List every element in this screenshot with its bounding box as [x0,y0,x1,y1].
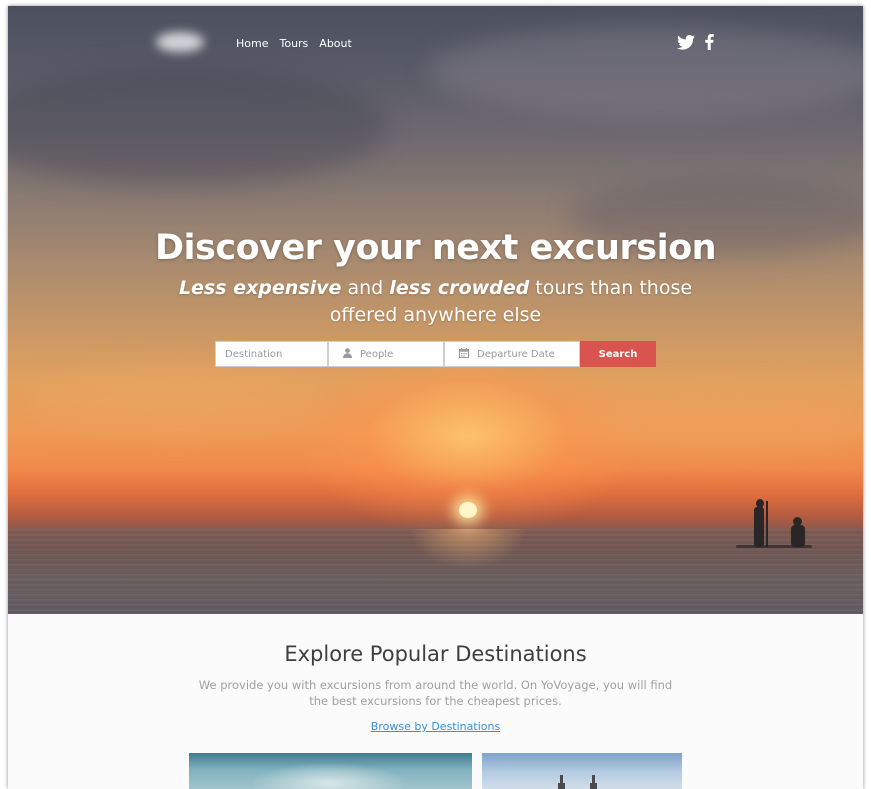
people-input[interactable]: People [328,341,444,367]
church-spire [590,783,597,789]
subtitle-emphasis-1: Less expensive [178,277,342,299]
site-logo[interactable] [156,32,204,52]
people-placeholder: People [360,348,394,360]
page-frame: Home Tours About Discover your next excu… [8,6,863,789]
cloud [428,26,863,116]
hero-subtitle: Less expensive and less crowded tours th… [178,275,693,329]
cloud [28,366,328,436]
twitter-icon[interactable] [677,34,695,54]
date-placeholder: Departure Date [477,348,555,360]
person-icon [343,347,352,361]
browse-destinations-link[interactable]: Browse by Destinations [371,720,500,733]
main-nav: Home Tours About [236,37,352,50]
person-silhouette [754,507,764,547]
destination-input[interactable]: Destination [215,341,328,367]
departure-date-input[interactable]: Departure Date [444,341,580,367]
sun-reflection [408,529,528,569]
nav-about[interactable]: About [319,37,352,50]
browse-link-wrapper: Browse by Destinations [8,720,863,733]
sun [459,502,477,518]
hero-section: Home Tours About Discover your next excu… [8,6,863,614]
cloud [8,66,388,186]
facebook-icon[interactable] [705,34,714,54]
nav-tours[interactable]: Tours [279,37,308,50]
calendar-icon [459,347,469,361]
destination-card[interactable] [482,753,682,789]
hero-title: Discover your next excursion [154,228,717,268]
search-button[interactable]: Search [580,341,656,367]
subtitle-text: and [341,277,390,299]
destination-card[interactable] [189,753,472,789]
explore-title: Explore Popular Destinations [284,642,587,666]
subtitle-emphasis-2: less crowded [389,277,530,299]
search-bar: Destination People Departure Date Search [215,341,656,367]
church-spire [558,783,565,789]
destination-placeholder: Destination [225,348,283,360]
paddle [766,501,768,547]
nav-home[interactable]: Home [236,37,268,50]
paddleboard [736,545,812,548]
person-silhouette [791,525,805,547]
explore-description: We provide you with excursions from arou… [198,678,673,708]
social-links [677,34,714,54]
